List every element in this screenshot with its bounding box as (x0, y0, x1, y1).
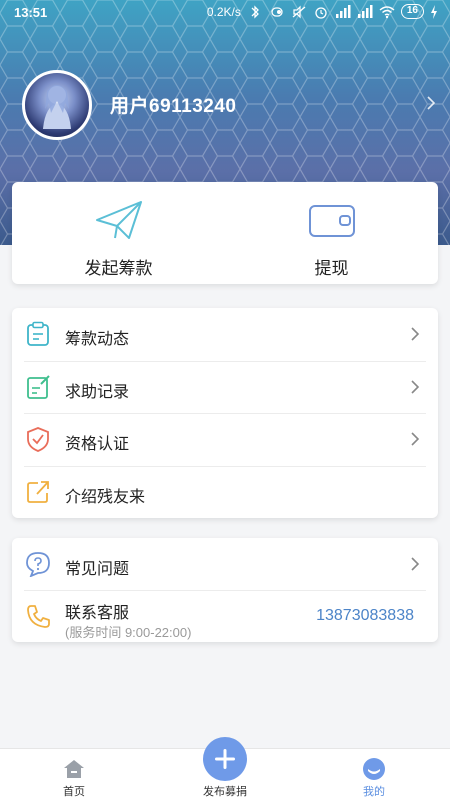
customer-service-label: 联系客服 (65, 605, 130, 622)
start-fundraising-button[interactable]: 发起筹款 (12, 182, 225, 284)
service-hours: (服务时间 9:00-22:00) (65, 625, 192, 640)
menu-item-label: 介绍残友来 (65, 488, 146, 506)
avatar[interactable] (22, 70, 92, 140)
share-icon (27, 480, 49, 503)
home-icon (64, 760, 84, 778)
chevron-right-icon (411, 327, 420, 341)
menu-item-invite-friends[interactable]: 介绍残友来 (12, 465, 438, 519)
help-card: 常见问题 联系客服 (服务时间 9:00-22:00) 13873083838 (12, 538, 438, 642)
chevron-right-icon (411, 432, 420, 446)
withdraw-button[interactable]: 提现 (225, 182, 438, 284)
shield-check-icon (27, 427, 49, 452)
menu-item-qualification[interactable]: 资格认证 (12, 413, 438, 466)
profile-icon (363, 758, 385, 780)
signal-hd-icon (357, 4, 373, 18)
battery-indicator: 16 (400, 4, 424, 19)
status-time: 13:51 (14, 5, 48, 20)
tab-mine[interactable]: 我的 (329, 749, 419, 800)
clipboard-icon (27, 321, 49, 346)
menu-item-faq[interactable]: 常见问题 (12, 538, 438, 590)
bottom-tab-bar: 首页 发布募捐 我的 (0, 737, 450, 800)
menu-item-label: 求助记录 (65, 383, 130, 401)
question-icon (26, 552, 50, 577)
bluetooth-icon (251, 4, 259, 19)
paper-plane-icon (95, 201, 142, 239)
menu-item-customer-service[interactable]: 联系客服 (服务时间 9:00-22:00) 13873083838 (12, 590, 438, 642)
chevron-right-icon (411, 557, 420, 571)
menu-item-label: 筹款动态 (65, 331, 130, 348)
status-icons: 0.2K/s 16 (207, 4, 438, 19)
wifi-icon (379, 5, 395, 18)
menu-card: 筹款动态 求助记录 资格认证 介绍残友来 (12, 308, 438, 518)
phone-icon (27, 605, 50, 628)
withdraw-label: 提现 (314, 259, 349, 278)
tab-publish-donation[interactable]: 发布募捐 (180, 737, 270, 800)
chevron-right-icon[interactable] (424, 94, 438, 112)
tab-home[interactable]: 首页 (29, 749, 119, 800)
username[interactable]: 用户69113240 (110, 91, 237, 118)
wallet-icon (308, 205, 355, 237)
signal-icon (335, 4, 351, 18)
service-phone-number[interactable]: 13873083838 (316, 607, 414, 625)
tab-label: 我的 (363, 786, 385, 798)
menu-item-help-records[interactable]: 求助记录 (12, 360, 438, 414)
faq-label: 常见问题 (65, 561, 130, 578)
start-fundraising-label: 发起筹款 (84, 259, 153, 278)
tab-label: 首页 (63, 786, 85, 798)
mute-icon (292, 5, 306, 18)
menu-item-fundraising-updates[interactable]: 筹款动态 (12, 308, 438, 361)
chevron-right-icon (411, 379, 420, 394)
status-bar: 13:51 0.2K/s 16 (0, 0, 450, 26)
record-edit-icon (27, 374, 50, 399)
alarm-icon (315, 6, 327, 19)
plus-icon[interactable] (203, 737, 247, 781)
tab-label: 发布募捐 (203, 786, 247, 798)
vibrate-icon (271, 6, 283, 17)
menu-item-label: 资格认证 (65, 436, 130, 453)
network-speed: 0.2K/s (206, 4, 241, 19)
quick-actions-card: 发起筹款 提现 (12, 182, 438, 284)
charging-icon (431, 4, 437, 19)
avatar-image (43, 85, 71, 129)
